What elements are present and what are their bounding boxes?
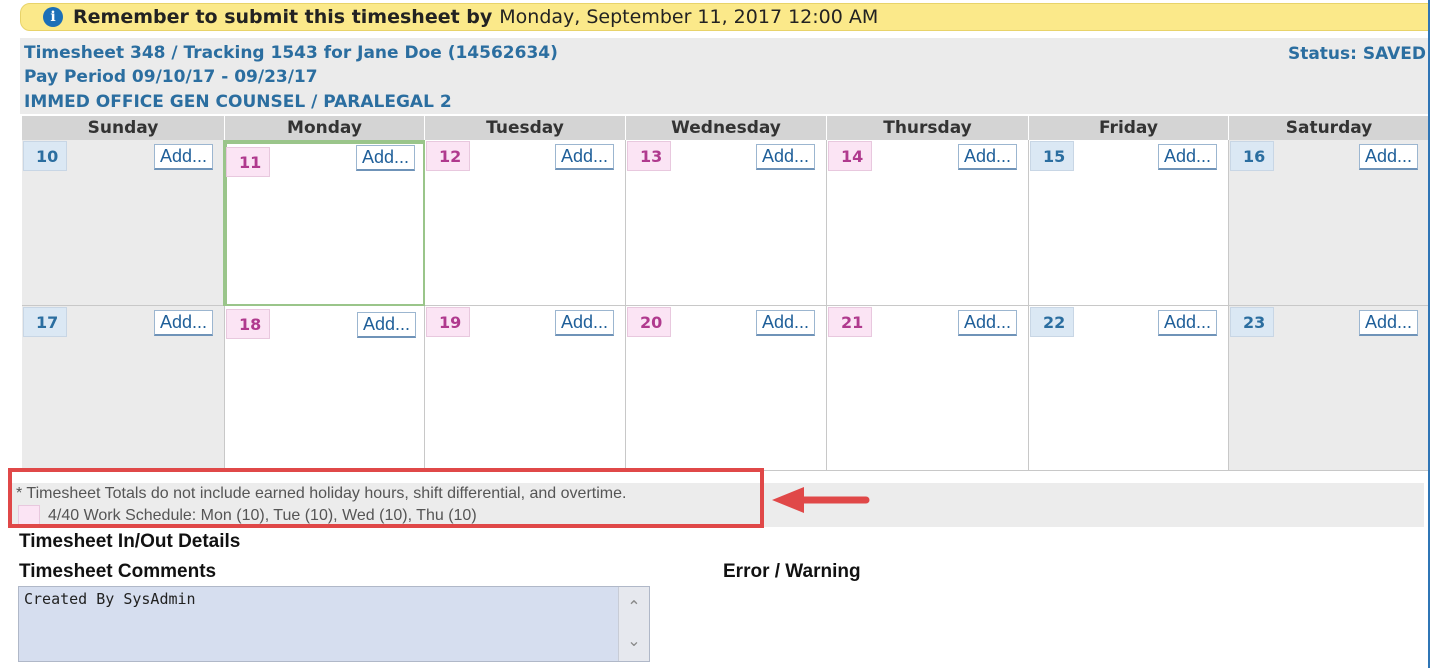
- day-number: 11: [226, 147, 270, 177]
- day-header-tuesday: Tuesday: [425, 116, 626, 140]
- comments-textarea[interactable]: Created By SysAdmin: [19, 587, 619, 661]
- add-entry-button[interactable]: Add...: [1157, 144, 1217, 170]
- day-header-monday: Monday: [225, 116, 425, 140]
- day-header-sunday: Sunday: [22, 116, 225, 140]
- add-entry-button[interactable]: Add...: [755, 310, 815, 336]
- day-number: 23: [1230, 307, 1274, 337]
- day-cell[interactable]: 16 Add...: [1229, 140, 1430, 306]
- annotation-highlight-box: [8, 468, 764, 528]
- add-entry-button[interactable]: Add...: [957, 310, 1017, 336]
- status-label: Status: SAVED: [1287, 44, 1426, 64]
- reminder-date: Monday, September 11, 2017 12:00 AM: [499, 6, 879, 28]
- day-cell[interactable]: 13 Add...: [626, 140, 827, 306]
- day-cell[interactable]: 18 Add...: [225, 306, 425, 471]
- add-entry-button[interactable]: Add...: [1157, 310, 1217, 336]
- day-header-saturday: Saturday: [1229, 116, 1430, 140]
- day-cell[interactable]: 15 Add...: [1029, 140, 1229, 306]
- day-number: 12: [426, 141, 470, 171]
- day-number: 17: [23, 307, 67, 337]
- day-cell[interactable]: 22 Add...: [1029, 306, 1229, 471]
- add-entry-button[interactable]: Add...: [957, 144, 1017, 170]
- timesheet-header: Timesheet 348 / Tracking 1543 for Jane D…: [20, 38, 1430, 114]
- timesheet-title: Timesheet 348 / Tracking 1543 for Jane D…: [24, 43, 558, 63]
- day-number: 13: [627, 141, 671, 171]
- chevron-up-icon[interactable]: ⌃: [619, 593, 649, 621]
- day-number: 14: [828, 141, 872, 171]
- day-cell-today[interactable]: 11 Add...: [223, 140, 427, 308]
- info-icon: i: [43, 7, 63, 27]
- day-number: 20: [627, 307, 671, 337]
- error-warning-heading: Error / Warning: [723, 561, 861, 582]
- day-cell[interactable]: 23 Add...: [1229, 306, 1430, 471]
- day-cell[interactable]: 19 Add...: [425, 306, 626, 471]
- add-entry-button[interactable]: Add...: [1358, 310, 1418, 336]
- add-entry-button[interactable]: Add...: [554, 310, 614, 336]
- comments-box: Created By SysAdmin ⌃ ⌄: [18, 586, 650, 662]
- add-entry-button[interactable]: Add...: [554, 144, 614, 170]
- chevron-down-icon[interactable]: ⌄: [619, 627, 649, 655]
- day-cell[interactable]: 20 Add...: [626, 306, 827, 471]
- day-header-wednesday: Wednesday: [626, 116, 827, 140]
- day-number: 22: [1030, 307, 1074, 337]
- annotation-arrow-icon: [772, 487, 870, 513]
- day-cell[interactable]: 21 Add...: [827, 306, 1029, 471]
- reminder-banner: i Remember to submit this timesheet by M…: [20, 3, 1430, 31]
- reminder-lead: Remember to submit this timesheet by: [73, 6, 493, 28]
- add-entry-button[interactable]: Add...: [755, 144, 815, 170]
- day-number: 16: [1230, 141, 1274, 171]
- department: IMMED OFFICE GEN COUNSEL / PARALEGAL 2: [24, 92, 452, 112]
- day-number: 10: [23, 141, 67, 171]
- add-entry-button[interactable]: Add...: [355, 145, 415, 171]
- day-header-thursday: Thursday: [827, 116, 1029, 140]
- day-header-friday: Friday: [1029, 116, 1229, 140]
- day-cell[interactable]: 12 Add...: [425, 140, 626, 306]
- day-number: 19: [426, 307, 470, 337]
- add-entry-button[interactable]: Add...: [356, 312, 416, 338]
- in-out-details-heading[interactable]: Timesheet In/Out Details: [19, 531, 240, 553]
- day-number: 21: [828, 307, 872, 337]
- comments-heading: Timesheet Comments: [19, 561, 217, 582]
- day-number: 15: [1030, 141, 1074, 171]
- day-cell[interactable]: 10 Add...: [22, 140, 225, 306]
- day-cell[interactable]: 14 Add...: [827, 140, 1029, 306]
- pay-period: Pay Period 09/10/17 - 09/23/17: [24, 67, 318, 87]
- add-entry-button[interactable]: Add...: [153, 144, 213, 170]
- add-entry-button[interactable]: Add...: [1358, 144, 1418, 170]
- day-cell[interactable]: 17 Add...: [22, 306, 225, 471]
- day-number: 18: [226, 309, 270, 339]
- comments-scrollbar[interactable]: ⌃ ⌄: [618, 587, 649, 661]
- add-entry-button[interactable]: Add...: [153, 310, 213, 336]
